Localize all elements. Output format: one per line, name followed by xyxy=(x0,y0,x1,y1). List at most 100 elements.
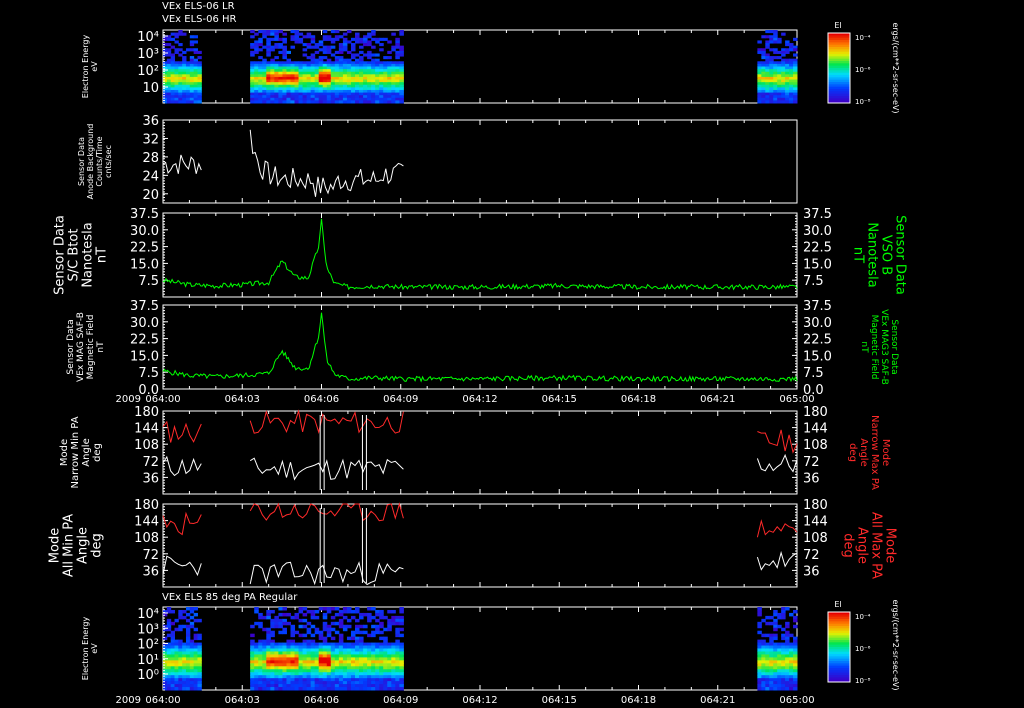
spectrogram-cell xyxy=(769,633,774,638)
x-axis-year: 2009 xyxy=(116,394,141,405)
spectrogram-cell xyxy=(399,642,404,647)
spectrogram-cell xyxy=(785,633,790,638)
spectrogram-cell xyxy=(294,651,300,655)
spectrogram-cell xyxy=(387,681,392,685)
spectrogram-cell xyxy=(178,687,183,691)
spectrogram-cell xyxy=(306,100,312,104)
spectrogram-cell xyxy=(793,651,798,655)
spectrogram-cell xyxy=(334,642,340,647)
spectrogram-cell xyxy=(193,669,198,673)
spectrogram-cell xyxy=(310,645,316,649)
spectrogram-cell xyxy=(781,612,786,617)
spectrogram-cell xyxy=(258,681,263,685)
spectrogram-cell xyxy=(310,675,316,679)
spectrogram-cell xyxy=(197,633,202,638)
spectrogram-cell xyxy=(266,657,271,661)
spectrogram-cell xyxy=(178,645,183,649)
spectrogram-cell xyxy=(367,681,372,685)
spectrogram-cell xyxy=(326,630,332,635)
spectrogram-cell xyxy=(346,30,352,34)
spectrogram-cell xyxy=(163,654,168,658)
spectrogram-cell xyxy=(306,684,312,688)
spectrogram-cell xyxy=(278,672,283,676)
spectrogram-cell xyxy=(355,40,360,44)
spectrogram-cell xyxy=(189,672,195,676)
spectrogram-cell xyxy=(326,687,332,691)
y-axis-label-bg-line: Sensor Data xyxy=(77,137,86,186)
y-axis-label-bmag2-line: Sensor Data xyxy=(66,319,76,374)
spectrogram-cell xyxy=(781,678,786,682)
spectrogram-cell xyxy=(781,627,786,632)
spectrogram-cell xyxy=(399,678,404,682)
spectrogram-cell xyxy=(266,666,271,670)
spectrogram-cell xyxy=(359,639,364,644)
x-tick-label: 064:18 xyxy=(621,695,656,706)
spectrogram-cell xyxy=(270,618,275,623)
spectrogram-cell xyxy=(189,681,195,685)
spectrogram-cell xyxy=(789,675,794,679)
spectrogram-cell xyxy=(785,50,790,54)
spectrogram-cell xyxy=(298,100,304,104)
y-tick-label-right: 7.5 xyxy=(803,274,824,289)
spectrogram-cell xyxy=(773,672,778,676)
spectrogram-cell xyxy=(270,681,275,685)
spectrogram-cell xyxy=(793,37,798,41)
spectrogram-cell xyxy=(346,663,352,667)
spectrogram-cell xyxy=(359,50,364,54)
spectrogram-cell xyxy=(250,35,255,39)
spectrogram-cell xyxy=(769,645,774,649)
spectrogram-cell xyxy=(367,684,372,688)
spectrogram-cell xyxy=(375,684,380,688)
spectrogram-cell xyxy=(250,639,255,644)
spectrogram-cell xyxy=(170,684,175,688)
spectrogram-cell xyxy=(189,642,195,647)
spectrogram-cell xyxy=(765,645,770,649)
spectrogram-cell xyxy=(387,675,392,679)
spectrogram-cell xyxy=(346,681,352,685)
spectrogram-cell xyxy=(318,651,324,655)
spectrogram-cell xyxy=(174,35,179,39)
spectrogram-cell xyxy=(334,678,340,682)
spectrogram-cell xyxy=(185,648,191,652)
spectrogram-cell xyxy=(290,675,296,679)
spectrogram-cell xyxy=(322,615,328,620)
spectrogram-cell xyxy=(193,636,198,641)
spectrogram-cell xyxy=(789,645,794,649)
spectrogram-cell xyxy=(334,657,340,661)
spectrogram-cell xyxy=(185,660,191,664)
y-axis-label-right-pa2-line: All Max PA xyxy=(869,512,884,579)
spectrogram-cell xyxy=(254,669,259,673)
spectrogram-cell xyxy=(330,607,336,611)
spectrogram-cell xyxy=(338,654,344,658)
spectrogram-cell xyxy=(266,609,271,614)
spectrogram-cell xyxy=(185,48,191,52)
spectrogram-cell xyxy=(310,612,316,617)
spectrogram-cell xyxy=(262,642,267,647)
spectrogram-cell xyxy=(765,669,770,673)
spectrogram-cell xyxy=(182,663,187,667)
spectrogram-cell xyxy=(330,672,336,676)
spectrogram-cell xyxy=(182,615,187,620)
spectrogram-cell xyxy=(290,648,296,652)
spectrogram-cell xyxy=(294,657,300,661)
spectrogram-cell xyxy=(278,30,283,34)
spectrogram-cell xyxy=(769,660,774,664)
spectrogram-cell xyxy=(399,618,404,623)
spectrogram-cell xyxy=(387,100,392,104)
spectrogram-cell xyxy=(769,654,774,658)
spectrogram-cell xyxy=(346,684,352,688)
spectrogram-cell xyxy=(189,648,195,652)
spectrogram-cell xyxy=(785,624,790,629)
spectrogram-cell xyxy=(250,45,255,49)
spectrogram-cell xyxy=(298,642,304,647)
spectrogram-cell xyxy=(375,663,380,667)
spectrogram-cell xyxy=(350,684,356,688)
spectrogram-cell xyxy=(773,663,778,667)
x-tick-label: 064:06 xyxy=(304,695,339,706)
spectrogram-cell xyxy=(350,666,356,670)
spectrogram-cell xyxy=(359,663,364,667)
spectrogram-cell xyxy=(298,32,304,36)
spectrogram-cell xyxy=(363,657,368,661)
spectrogram-cell xyxy=(302,35,308,39)
spectrogram-cell xyxy=(761,639,766,644)
